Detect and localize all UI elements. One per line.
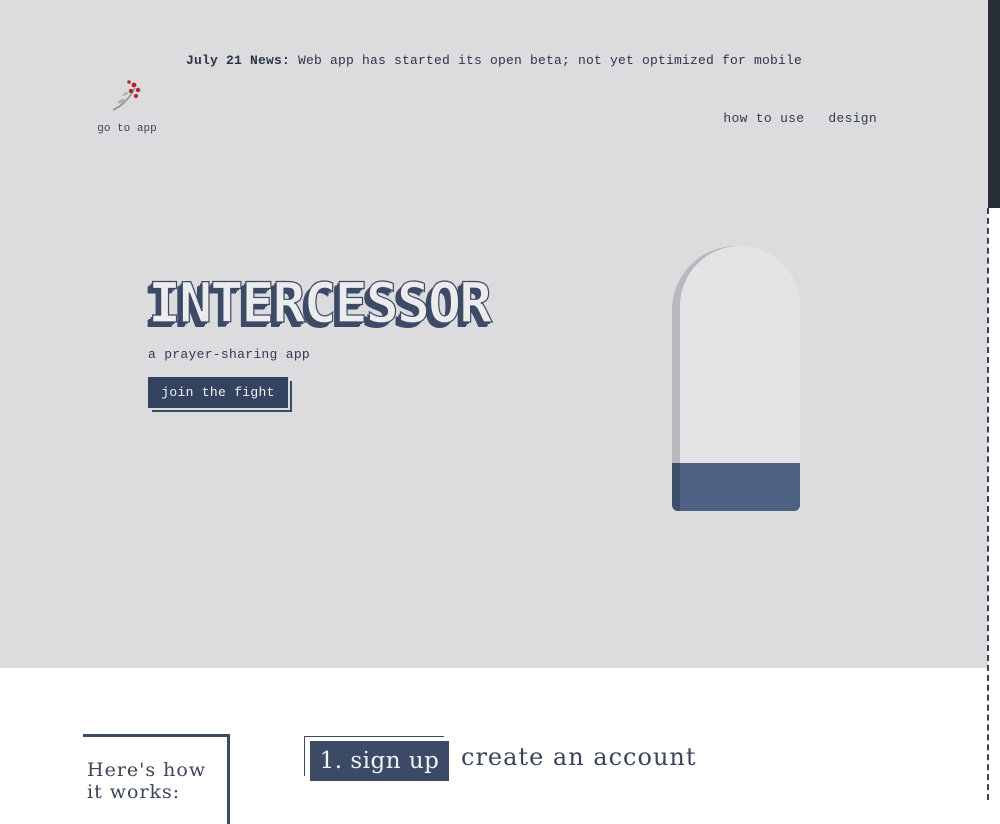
step-1: 1. sign up create an account (304, 736, 724, 782)
phone-fill (680, 463, 800, 511)
nav-how-to-use[interactable]: how to use (723, 111, 804, 126)
news-banner: July 21 News: Web app has started its op… (0, 53, 988, 68)
go-to-app-label: go to app (97, 123, 157, 135)
join-the-fight-button[interactable]: join the fight (148, 377, 288, 408)
nav-design[interactable]: design (828, 111, 877, 126)
scrollbar-dashed-line (987, 208, 989, 800)
how-it-works-box: Here's how it works: (83, 734, 230, 824)
step-1-badge: 1. sign up (310, 741, 449, 781)
news-date: July 21 News: (185, 53, 290, 68)
app-subtitle: a prayer-sharing app (148, 347, 311, 362)
app-title: INTERCESSOR (147, 271, 492, 335)
phone-illustration (672, 246, 800, 512)
news-text: Web app has started its open beta; not y… (289, 53, 803, 68)
go-to-app-link[interactable]: go to app (92, 76, 162, 138)
top-nav: how to use design (723, 111, 877, 126)
scrollbar-thumb[interactable] (988, 0, 1000, 208)
how-it-works-heading: Here's how it works: (87, 759, 207, 803)
branch-logo-icon (112, 80, 141, 111)
hero-section: July 21 News: Web app has started its op… (0, 0, 988, 668)
step-1-description: create an account (461, 743, 697, 771)
cta-group: join the fight (148, 377, 292, 412)
